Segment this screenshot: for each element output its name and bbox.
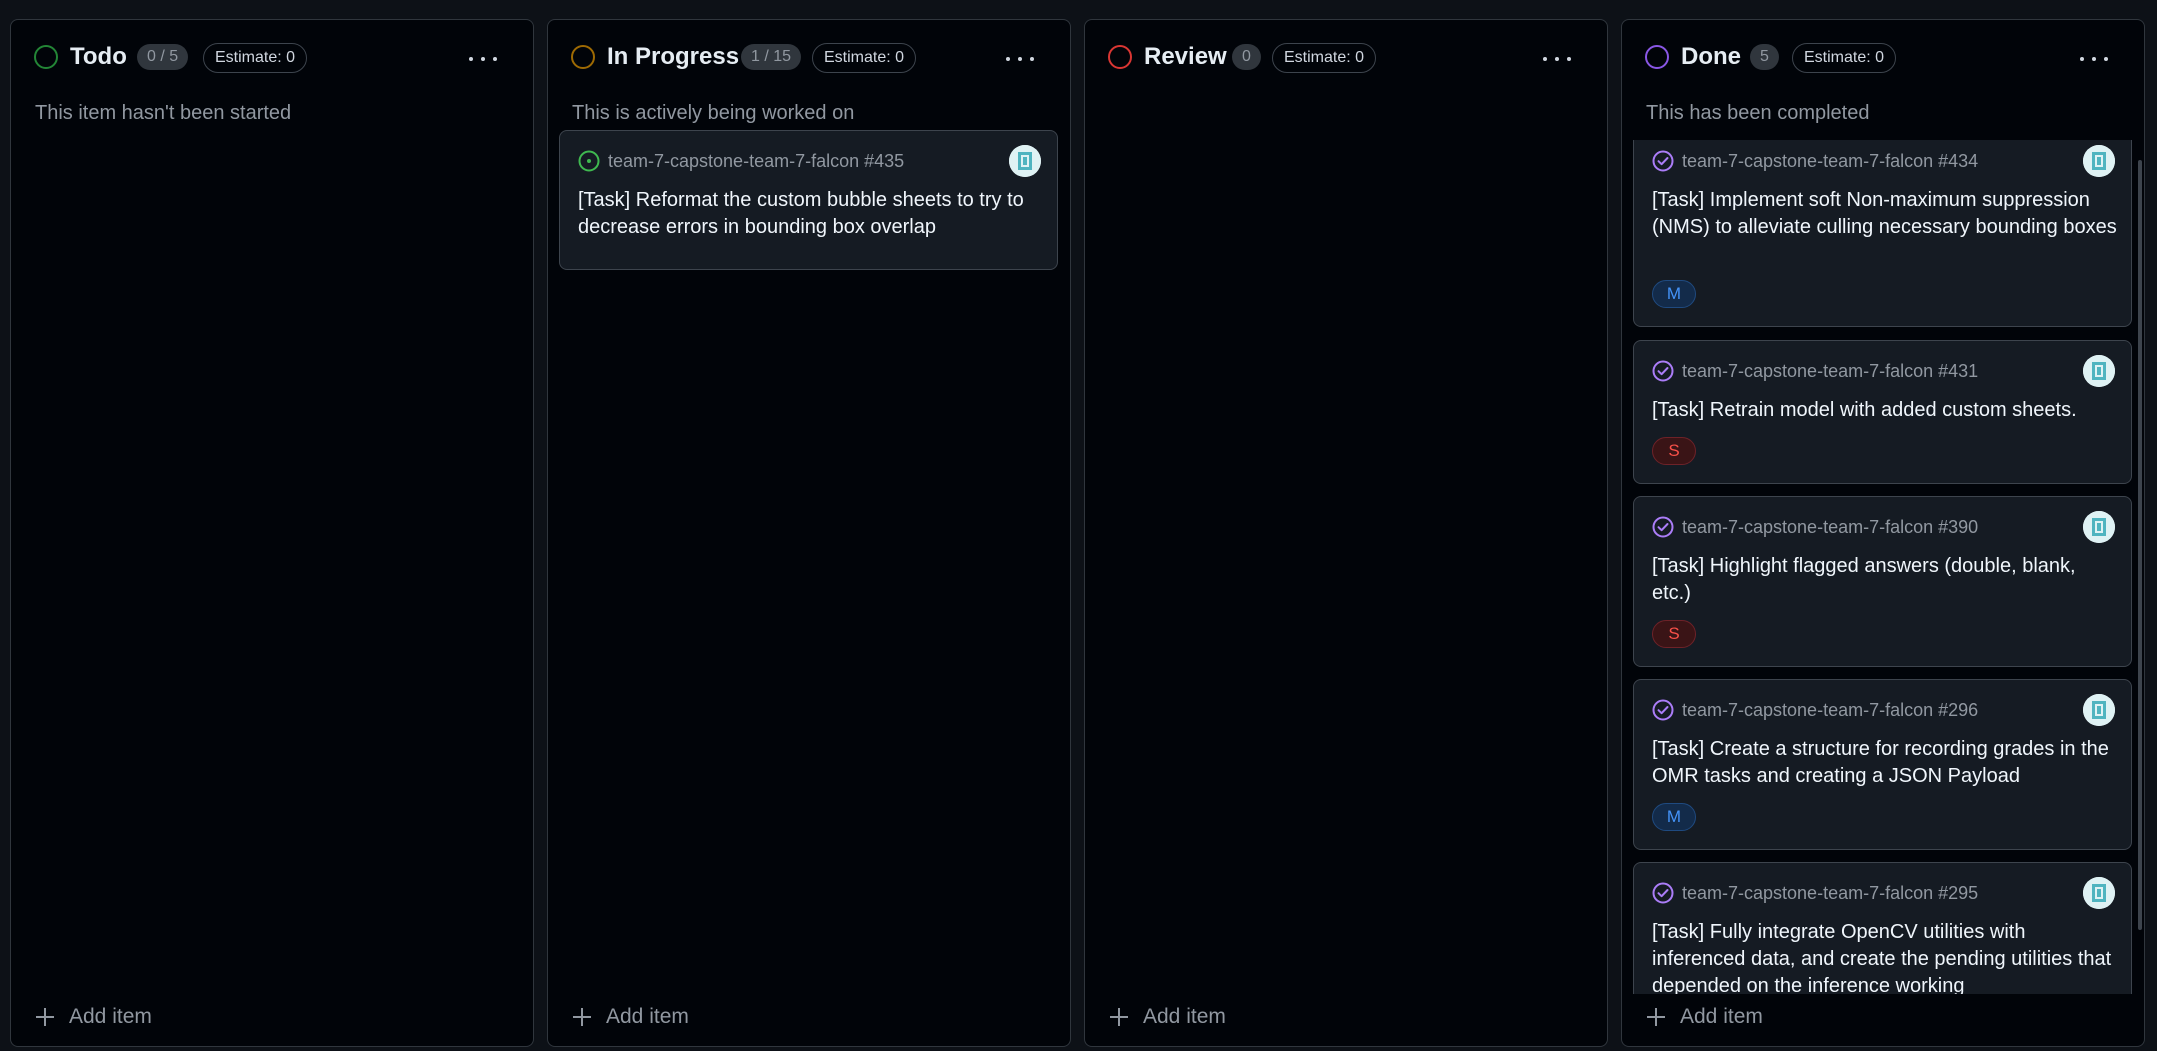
closed-issue-icon [1652, 882, 1674, 904]
closed-issue-icon [1652, 150, 1674, 172]
column-header: Done 5 Estimate: 0 This has been complet… [1622, 20, 2144, 140]
status-circle-icon [1645, 45, 1669, 69]
add-item-label: Add item [606, 1005, 689, 1028]
issue-card[interactable]: team-7-capstone-team-7-falcon #296 [Task… [1633, 679, 2132, 850]
card-repo-label[interactable]: team-7-capstone-team-7-falcon #434 [1682, 149, 1978, 173]
assignee-avatar[interactable] [2083, 511, 2115, 543]
column-menu-button[interactable] [465, 50, 501, 68]
assignee-avatar[interactable] [2083, 877, 2115, 909]
issue-card[interactable]: team-7-capstone-team-7-falcon #431 [Task… [1633, 340, 2132, 484]
card-title[interactable]: [Task] Highlight flagged answers (double… [1652, 553, 2117, 607]
column-title: In Progress [607, 43, 740, 70]
card-repo-label[interactable]: team-7-capstone-team-7-falcon #435 [608, 149, 904, 173]
plus-icon [572, 1007, 592, 1027]
add-item-label: Add item [1680, 1005, 1763, 1028]
card-title[interactable]: [Task] Create a structure for recording … [1652, 736, 2117, 790]
issue-card[interactable]: team-7-capstone-team-7-falcon #390 [Task… [1633, 496, 2132, 667]
card-list[interactable]: team-7-capstone-team-7-falcon #434 [Task… [1622, 140, 2144, 994]
open-issue-icon [578, 150, 600, 172]
estimate-badge: Estimate: 0 [203, 43, 308, 73]
assignee-avatar[interactable] [2083, 355, 2115, 387]
column-description: This is actively being worked on [572, 102, 855, 124]
issue-card[interactable]: team-7-capstone-team-7-falcon #295 [Task… [1633, 862, 2132, 994]
closed-issue-icon [1652, 360, 1674, 382]
assignee-avatar[interactable] [2083, 694, 2115, 726]
size-badge: S [1652, 437, 1696, 465]
project-board: Todo 0 / 5 Estimate: 0 This item hasn't … [0, 0, 2157, 1051]
column-title: Review [1144, 43, 1227, 70]
issue-card[interactable]: team-7-capstone-team-7-falcon #435 [Task… [559, 130, 1058, 270]
size-badge: S [1652, 620, 1696, 648]
closed-issue-icon [1652, 699, 1674, 721]
card-title[interactable]: [Task] Fully integrate OpenCV utilities … [1652, 919, 2117, 994]
status-circle-icon [1108, 45, 1132, 69]
add-item-label: Add item [1143, 1005, 1226, 1028]
card-repo-label[interactable]: team-7-capstone-team-7-falcon #295 [1682, 881, 1978, 905]
card-title[interactable]: [Task] Reformat the custom bubble sheets… [578, 187, 1043, 241]
column-title: Todo [70, 43, 127, 70]
column-menu-button[interactable] [2076, 50, 2112, 68]
plus-icon [1109, 1007, 1129, 1027]
column-description: This has been completed [1646, 102, 1870, 124]
column-done: Done 5 Estimate: 0 This has been complet… [1621, 19, 2145, 1047]
card-repo-label[interactable]: team-7-capstone-team-7-falcon #431 [1682, 359, 1978, 383]
column-in-progress: In Progress 1 / 15 Estimate: 0 This is a… [547, 19, 1071, 1047]
column-todo: Todo 0 / 5 Estimate: 0 This item hasn't … [10, 19, 534, 1047]
add-item-label: Add item [69, 1005, 152, 1028]
plus-icon [35, 1007, 55, 1027]
column-header: Todo 0 / 5 Estimate: 0 This item hasn't … [11, 20, 533, 140]
size-badge: M [1652, 280, 1696, 308]
column-description: This item hasn't been started [35, 102, 292, 124]
closed-issue-icon [1652, 516, 1674, 538]
assignee-avatar[interactable] [1009, 145, 1041, 177]
issue-card[interactable]: team-7-capstone-team-7-falcon #434 [Task… [1633, 140, 2132, 327]
column-menu-button[interactable] [1002, 50, 1038, 68]
column-title: Done [1681, 43, 1741, 70]
card-repo-label[interactable]: team-7-capstone-team-7-falcon #296 [1682, 698, 1978, 722]
add-item-button[interactable]: Add item [572, 1000, 689, 1034]
size-badge: M [1652, 803, 1696, 831]
plus-icon [1646, 1007, 1666, 1027]
add-item-button[interactable]: Add item [35, 1000, 152, 1034]
item-count-badge: 5 [1750, 44, 1779, 70]
column-header: Review 0 Estimate: 0 [1085, 20, 1607, 140]
scrollbar[interactable] [2138, 160, 2142, 930]
card-title[interactable]: [Task] Retrain model with added custom s… [1652, 397, 2117, 424]
column-header: In Progress 1 / 15 Estimate: 0 This is a… [548, 20, 1070, 140]
card-repo-label[interactable]: team-7-capstone-team-7-falcon #390 [1682, 515, 1978, 539]
estimate-badge: Estimate: 0 [812, 43, 917, 73]
column-menu-button[interactable] [1539, 50, 1575, 68]
add-item-button[interactable]: Add item [1646, 1000, 1763, 1034]
add-item-button[interactable]: Add item [1109, 1000, 1226, 1034]
estimate-badge: Estimate: 0 [1792, 43, 1897, 73]
status-circle-icon [571, 45, 595, 69]
column-review: Review 0 Estimate: 0 Add item [1084, 19, 1608, 1047]
estimate-badge: Estimate: 0 [1272, 43, 1377, 73]
item-count-badge: 1 / 15 [741, 44, 802, 70]
status-circle-icon [34, 45, 58, 69]
item-count-badge: 0 [1232, 44, 1261, 70]
item-count-badge: 0 / 5 [137, 44, 189, 70]
card-title[interactable]: [Task] Implement soft Non-maximum suppre… [1652, 187, 2117, 241]
assignee-avatar[interactable] [2083, 145, 2115, 177]
